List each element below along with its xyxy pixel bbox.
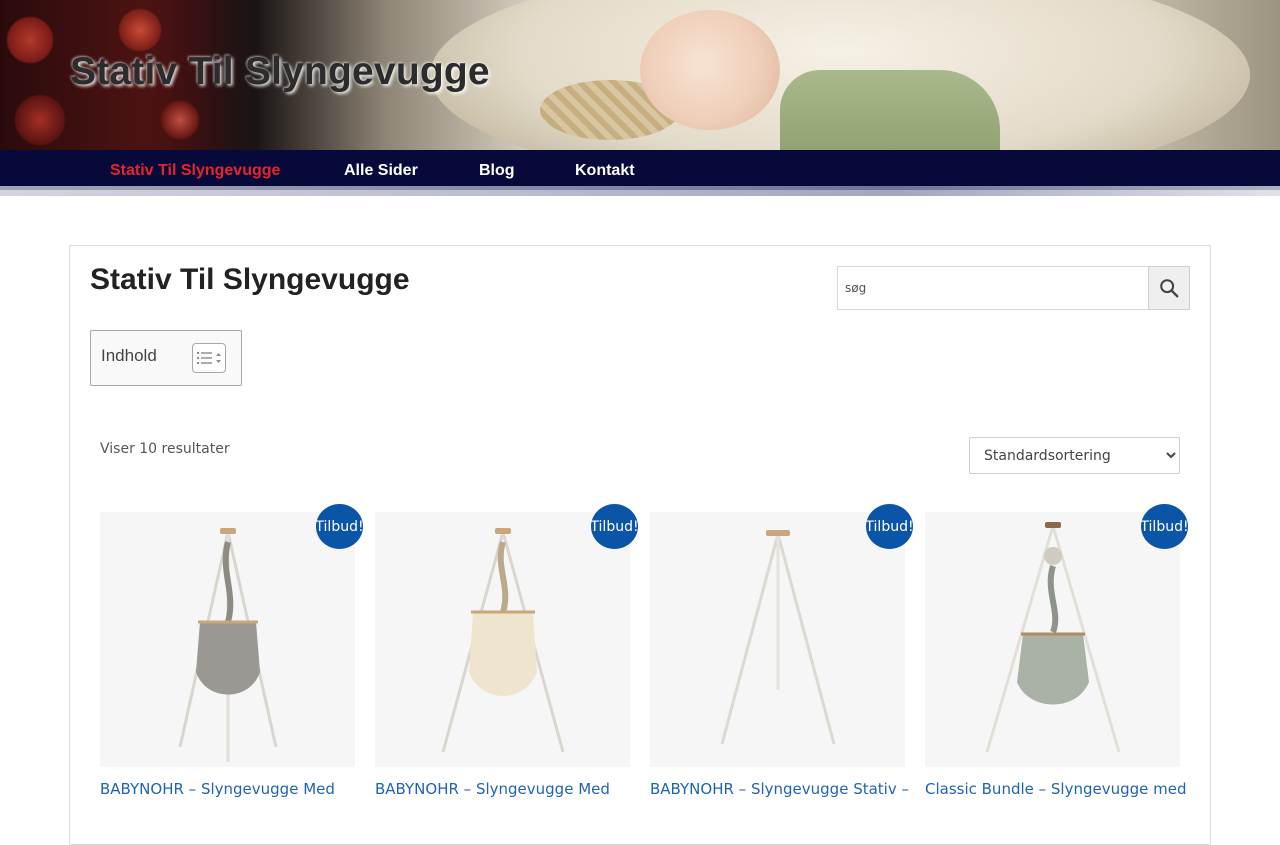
- site-title[interactable]: Stativ Til Slyngevugge: [70, 50, 490, 94]
- nav-item-blog[interactable]: Blog: [479, 162, 515, 180]
- sale-badge: Tilbud!: [1140, 504, 1189, 549]
- sort-select[interactable]: Standardsortering: [969, 437, 1180, 474]
- page-title: Stativ Til Slyngevugge: [90, 263, 410, 296]
- product-image[interactable]: Tilbud!: [375, 504, 639, 767]
- banner-baby-image: [640, 10, 780, 130]
- cradle-stand-white-image: [720, 530, 836, 745]
- table-of-contents: Indhold: [90, 330, 242, 386]
- toc-label: Indhold: [101, 346, 157, 365]
- product-image[interactable]: Tilbud!: [925, 504, 1189, 767]
- product-title[interactable]: BABYNOHR – Slyngevugge Stativ –: [650, 780, 920, 798]
- result-count: Viser 10 resultater: [100, 441, 230, 457]
- nav-item-kontakt[interactable]: Kontakt: [575, 162, 635, 180]
- cradle-stand-green-image: [985, 522, 1121, 753]
- product-title[interactable]: BABYNOHR – Slyngevugge Med: [375, 780, 645, 798]
- product-image[interactable]: Tilbud!: [650, 504, 914, 767]
- search-button[interactable]: [1148, 266, 1190, 310]
- toc-toggle-button[interactable]: [192, 343, 226, 373]
- sale-badge: Tilbud!: [315, 504, 364, 549]
- product-title[interactable]: BABYNOHR – Slyngevugge Med: [100, 780, 370, 798]
- sale-badge: Tilbud!: [590, 504, 639, 549]
- search-input[interactable]: [837, 266, 1149, 310]
- product-image[interactable]: Tilbud!: [100, 504, 364, 767]
- sale-badge: Tilbud!: [865, 504, 914, 549]
- nav-item-alle-sider[interactable]: Alle Sider: [344, 162, 418, 180]
- search-icon: [1160, 279, 1179, 298]
- product-title[interactable]: Classic Bundle – Slyngevugge med: [925, 780, 1195, 798]
- nav-divider: [0, 186, 1280, 196]
- header-banner: Stativ Til Slyngevugge: [0, 0, 1280, 150]
- banner-baby-body-image: [780, 70, 1000, 150]
- nav-item-stativ-til-slyngevugge[interactable]: Stativ Til Slyngevugge: [110, 162, 280, 180]
- cradle-stand-grey-image: [178, 528, 278, 762]
- list-toggle-icon: [197, 352, 221, 364]
- cradle-stand-beige-image: [441, 528, 565, 753]
